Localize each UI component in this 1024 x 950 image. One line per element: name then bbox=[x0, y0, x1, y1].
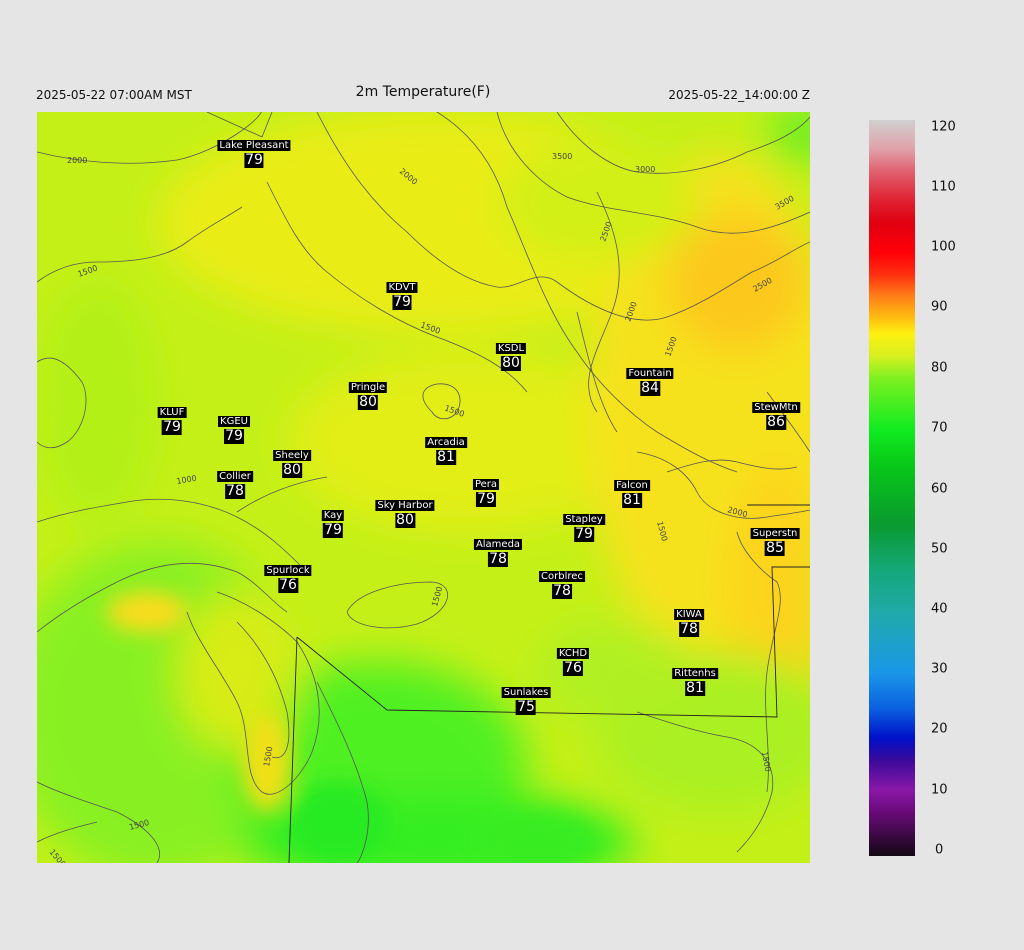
station-name: StewMtn bbox=[752, 402, 800, 413]
station-name: Arcadia bbox=[425, 437, 467, 448]
station-marker: KDVT 79 bbox=[386, 282, 418, 310]
station-value: 75 bbox=[516, 699, 536, 715]
station-value: 86 bbox=[766, 414, 786, 430]
station-value: 84 bbox=[640, 380, 660, 396]
station-name: KLUF bbox=[157, 407, 187, 418]
station-value: 79 bbox=[392, 294, 412, 310]
station-value: 76 bbox=[278, 577, 298, 593]
colorbar-tick: 40 bbox=[931, 601, 948, 617]
station-marker: Sky Harbor 80 bbox=[375, 500, 435, 528]
colorbar-tick: 50 bbox=[931, 541, 948, 557]
station-name: Spurlock bbox=[264, 565, 312, 576]
station-name: Sky Harbor bbox=[375, 500, 435, 511]
station-name: Corblrec bbox=[539, 571, 585, 582]
station-marker: Rittenhs 81 bbox=[672, 668, 718, 696]
colorbar-tick: 120 bbox=[931, 119, 956, 135]
station-marker: Alameda 78 bbox=[473, 539, 523, 567]
station-name: Sheely bbox=[273, 450, 311, 461]
station-value: 80 bbox=[501, 355, 521, 371]
station-marker: Stapley 79 bbox=[563, 514, 605, 542]
colorbar-tick: 110 bbox=[931, 179, 956, 195]
station-marker: Fountain 84 bbox=[626, 368, 674, 396]
station-marker: KIWA 78 bbox=[674, 609, 704, 637]
station-marker: Sunlakes 75 bbox=[501, 687, 551, 715]
station-value: 79 bbox=[476, 491, 496, 507]
station-value: 76 bbox=[563, 660, 583, 676]
station-value: 81 bbox=[685, 680, 705, 696]
station-marker: Sheely 80 bbox=[273, 450, 311, 478]
station-name: Rittenhs bbox=[672, 668, 718, 679]
station-value: 79 bbox=[323, 522, 343, 538]
station-value: 78 bbox=[225, 483, 245, 499]
colorbar-tick: 60 bbox=[931, 481, 948, 497]
station-name: Fountain bbox=[626, 368, 674, 379]
colorbar-tick: 30 bbox=[931, 661, 948, 677]
station-value: 79 bbox=[224, 428, 244, 444]
colorbar-tick: 10 bbox=[931, 782, 948, 798]
station-marker: Collier 78 bbox=[217, 471, 253, 499]
colorbar-tick: 100 bbox=[931, 239, 956, 255]
station-marker: Pringle 80 bbox=[348, 382, 388, 410]
station-marker: KGEU 79 bbox=[218, 416, 250, 444]
station-name: Collier bbox=[217, 471, 253, 482]
station-marker: Kay 79 bbox=[321, 510, 345, 538]
station-name: KGEU bbox=[218, 416, 250, 427]
station-name: KSDL bbox=[495, 343, 527, 354]
station-value: 81 bbox=[622, 492, 642, 508]
station-marker: KCHD 76 bbox=[556, 648, 590, 676]
station-name: Sunlakes bbox=[501, 687, 551, 698]
station-name: Stapley bbox=[563, 514, 605, 525]
station-marker: Superstn 85 bbox=[750, 528, 800, 556]
station-name: Falcon bbox=[614, 480, 650, 491]
station-name: Lake Pleasant bbox=[217, 140, 291, 151]
station-value: 79 bbox=[574, 526, 594, 542]
station-name: KDVT bbox=[386, 282, 418, 293]
station-marker: Corblrec 78 bbox=[539, 571, 585, 599]
station-marker: Falcon 81 bbox=[614, 480, 650, 508]
station-marker: Spurlock 76 bbox=[264, 565, 312, 593]
station-value: 79 bbox=[244, 152, 264, 168]
station-observations: Lake Pleasant 79 KDVT 79 KSDL 80 Fountain 84… bbox=[37, 112, 810, 863]
station-name: Superstn bbox=[750, 528, 800, 539]
colorbar-tick: 20 bbox=[931, 721, 948, 737]
station-marker: StewMtn 86 bbox=[752, 402, 800, 430]
station-value: 78 bbox=[552, 583, 572, 599]
station-value: 81 bbox=[436, 449, 456, 465]
station-marker: KLUF 79 bbox=[157, 407, 187, 435]
station-name: KIWA bbox=[674, 609, 704, 620]
station-value: 80 bbox=[282, 462, 302, 478]
station-marker: Arcadia 81 bbox=[425, 437, 467, 465]
station-name: Kay bbox=[321, 510, 345, 521]
station-value: 85 bbox=[765, 540, 785, 556]
valid-time-utc: 2025-05-22_14:00:00 Z bbox=[668, 88, 810, 102]
station-value: 80 bbox=[395, 512, 415, 528]
station-value: 78 bbox=[488, 551, 508, 567]
station-marker: Lake Pleasant 79 bbox=[217, 140, 291, 168]
colorbar-tick: 90 bbox=[931, 299, 948, 315]
colorbar-tick: 0 bbox=[935, 842, 944, 858]
station-marker: KSDL 80 bbox=[495, 343, 527, 371]
station-name: KCHD bbox=[556, 648, 590, 659]
station-value: 78 bbox=[679, 621, 699, 637]
colorbar-tick: 70 bbox=[931, 420, 948, 436]
station-name: Pringle bbox=[348, 382, 388, 393]
station-value: 79 bbox=[162, 419, 182, 435]
station-marker: Pera 79 bbox=[472, 479, 500, 507]
station-name: Pera bbox=[472, 479, 500, 490]
colorbar-tick: 80 bbox=[931, 360, 948, 376]
color-scale-bar bbox=[869, 120, 915, 856]
station-value: 80 bbox=[358, 394, 378, 410]
station-name: Alameda bbox=[473, 539, 523, 550]
